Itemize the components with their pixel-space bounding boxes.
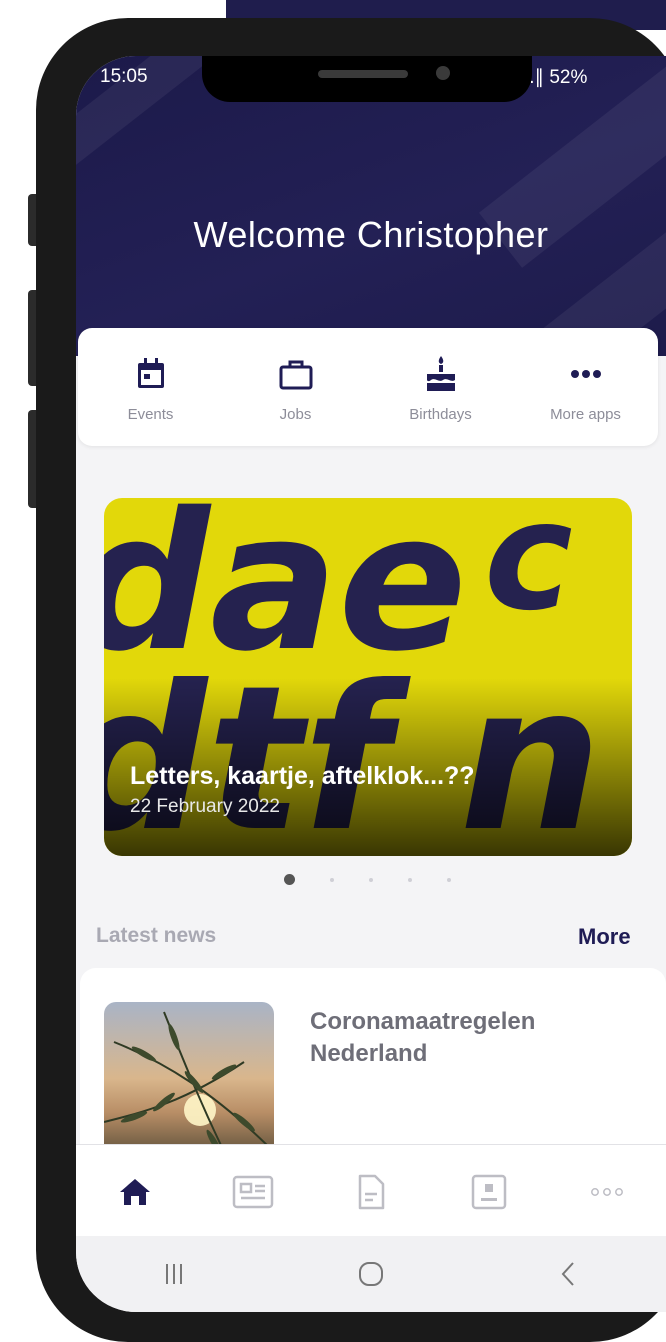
quick-app-label: Events	[127, 406, 174, 423]
quick-app-events[interactable]: Events	[78, 328, 223, 446]
pagination-dot[interactable]	[330, 877, 334, 882]
header-banner: 15:05 ̸ .∥ 52% Welcome Christopher	[76, 56, 666, 356]
contact-card-icon	[471, 1174, 507, 1209]
quick-app-jobs[interactable]: Jobs	[223, 328, 368, 446]
welcome-title: Welcome Christopher	[193, 214, 549, 255]
news-more-link[interactable]: More	[578, 924, 631, 950]
more-dots-icon	[566, 354, 606, 394]
front-camera	[436, 66, 450, 80]
more-dots-icon	[591, 1187, 623, 1196]
briefcase-icon	[276, 354, 316, 394]
quick-app-label: Birthdays	[409, 406, 472, 423]
recent-apps-icon	[166, 1264, 183, 1284]
home-nav-button[interactable]	[273, 1236, 470, 1312]
news-list-item[interactable]: Coronamaatregelen Nederland	[80, 968, 666, 1172]
calendar-icon	[131, 354, 171, 394]
pagination-dot[interactable]	[408, 877, 412, 882]
carousel-date: 22 February 2022	[130, 796, 280, 817]
pagination-dot-active[interactable]	[284, 874, 295, 885]
carousel-pagination	[284, 874, 486, 885]
cake-icon	[421, 354, 461, 394]
document-icon	[358, 1174, 385, 1209]
home-circle-icon	[359, 1262, 383, 1286]
quick-app-label: Jobs	[279, 406, 312, 423]
system-navigation-bar	[76, 1236, 666, 1312]
back-nav-button[interactable]	[469, 1236, 666, 1312]
pagination-dot[interactable]	[369, 877, 373, 882]
status-time: 15:05	[100, 66, 148, 87]
bottom-tab-bar	[76, 1144, 666, 1238]
tab-news[interactable]	[194, 1145, 312, 1238]
home-icon	[120, 1178, 150, 1205]
quick-app-birthdays[interactable]: Birthdays	[368, 328, 513, 446]
newspaper-icon	[232, 1175, 274, 1208]
tab-home[interactable]	[76, 1145, 194, 1238]
tab-contacts[interactable]	[430, 1145, 548, 1238]
featured-carousel-slide[interactable]: dae dtf n c Letters, kaartje, aftelklok.…	[104, 498, 632, 856]
latest-news-heading: Latest news	[96, 924, 217, 947]
news-item-title: Coronamaatregelen Nederland	[310, 1008, 536, 1067]
recent-apps-button[interactable]	[76, 1236, 273, 1312]
back-chevron-icon	[561, 1262, 574, 1286]
camera-notch	[202, 56, 532, 102]
status-signal-battery: ̸ .∥ 52%	[524, 67, 588, 88]
quick-apps-card: Events Jobs Birthdays More apps	[78, 328, 658, 446]
speaker-grille	[318, 70, 408, 78]
quick-app-more-apps[interactable]: More apps	[513, 328, 658, 446]
app-screen: 15:05 ̸ .∥ 52% Welcome Christopher Event…	[76, 56, 666, 1312]
carousel-title: Letters, kaartje, aftelklok...??	[130, 762, 475, 790]
pagination-dot[interactable]	[447, 877, 451, 882]
tab-documents[interactable]	[312, 1145, 430, 1238]
quick-app-label: More apps	[550, 406, 621, 423]
tab-more[interactable]	[548, 1145, 666, 1238]
svg-text:c: c	[484, 498, 573, 644]
